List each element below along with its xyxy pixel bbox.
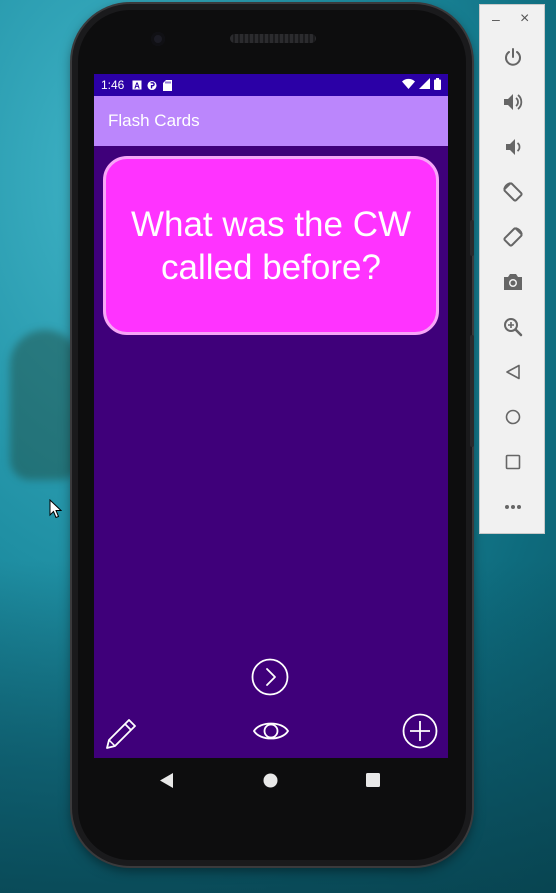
zoom-icon	[504, 318, 523, 337]
back-icon	[506, 364, 520, 380]
emulator-window-controls: – ×	[480, 5, 544, 35]
eye-icon	[252, 722, 290, 740]
notification-a-icon: A	[132, 80, 142, 90]
more-button[interactable]	[500, 494, 526, 520]
nav-home-button[interactable]	[263, 773, 278, 793]
power-button[interactable]	[500, 44, 526, 70]
overview-icon	[505, 454, 521, 470]
rotate-left-button[interactable]	[500, 179, 526, 205]
power-icon	[505, 48, 521, 66]
side-button-upper	[470, 220, 474, 256]
recents-square-icon	[366, 773, 380, 787]
home-circle-icon	[263, 773, 278, 788]
notification-p-icon	[147, 80, 157, 90]
volume-down-button[interactable]	[500, 134, 526, 160]
edit-card-button[interactable]	[102, 714, 140, 752]
phone-screen: 1:46 A Flash Cards What was the CW calle…	[94, 74, 448, 758]
back-triangle-icon	[160, 773, 173, 788]
volume-down-icon	[506, 139, 521, 155]
more-icon	[505, 505, 521, 509]
plus-circle-icon	[402, 713, 438, 749]
add-card-button[interactable]	[401, 712, 439, 750]
status-bar: 1:46 A	[94, 74, 448, 96]
front-camera	[151, 32, 165, 46]
rotate-right-icon	[503, 227, 523, 247]
home-button[interactable]	[500, 404, 526, 430]
background-swimmer	[10, 330, 80, 480]
home-icon	[505, 409, 521, 425]
flash-card[interactable]: What was the CW called before?	[103, 156, 439, 335]
emulator-toolbar: – ×	[479, 4, 545, 534]
rotate-left-icon	[503, 182, 523, 202]
rotate-right-button[interactable]	[500, 224, 526, 250]
overview-button[interactable]	[500, 449, 526, 475]
mouse-cursor-icon	[49, 498, 63, 524]
back-button[interactable]	[500, 359, 526, 385]
side-button-lower	[470, 335, 474, 447]
earpiece-speaker	[230, 34, 316, 43]
screenshot-button[interactable]	[500, 269, 526, 295]
card-question: What was the CW called before?	[130, 204, 412, 287]
nav-recents-button[interactable]	[366, 773, 380, 792]
camera-icon	[504, 274, 522, 290]
next-card-button[interactable]	[251, 658, 289, 696]
reveal-answer-button[interactable]	[251, 714, 291, 748]
minimize-button[interactable]: –	[492, 11, 500, 27]
android-nav-bar	[94, 758, 448, 802]
volume-up-button[interactable]	[500, 89, 526, 115]
nav-back-button[interactable]	[160, 773, 174, 793]
battery-icon	[434, 77, 441, 93]
app-title: Flash Cards	[108, 111, 200, 130]
sd-card-icon	[162, 79, 172, 91]
zoom-button[interactable]	[500, 314, 526, 340]
wifi-icon	[402, 78, 415, 92]
status-time: 1:46	[101, 78, 125, 92]
pencil-icon	[106, 719, 136, 749]
close-button[interactable]: ×	[520, 10, 529, 28]
svg-text:A: A	[134, 81, 140, 90]
app-bar: Flash Cards	[94, 96, 448, 146]
volume-up-icon	[504, 94, 523, 110]
chevron-right-circle-icon	[251, 658, 289, 696]
signal-icon	[419, 78, 430, 92]
